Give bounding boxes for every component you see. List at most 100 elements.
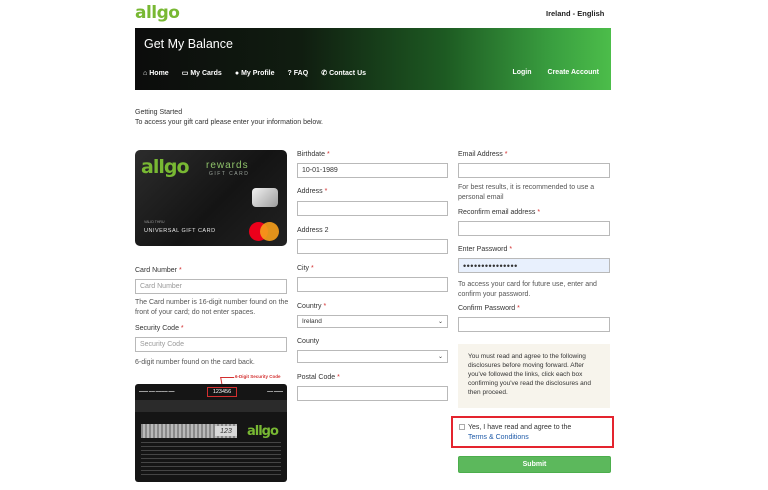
card-back-security-code: 123456: [207, 387, 237, 397]
required-mark: *: [324, 188, 328, 195]
confirm-password-label-text: Confirm Password: [458, 305, 516, 312]
login-link[interactable]: Login: [512, 69, 531, 76]
nav-faq[interactable]: ? FAQ: [288, 69, 309, 77]
submit-button[interactable]: Submit: [458, 456, 611, 473]
disclosure-notice: You must read and agree to the following…: [458, 344, 610, 408]
allgo-logo[interactable]: allgo: [135, 3, 180, 23]
reconfirm-email-label-text: Reconfirm email address: [458, 209, 536, 216]
terms-agree-label: Yes, I have read and agree to the: [468, 424, 572, 431]
country-label-text: Country: [297, 303, 322, 310]
nav-contact-us[interactable]: ✆ Contact Us: [321, 69, 367, 78]
intro-text: To access your gift card please enter yo…: [135, 119, 323, 126]
address-input[interactable]: [297, 201, 448, 216]
required-mark: *: [311, 265, 314, 272]
reconfirm-email-input[interactable]: [458, 221, 610, 236]
nav-home-label: Home: [149, 69, 169, 77]
chevron-down-icon: ⌄: [437, 319, 443, 325]
postal-code-input[interactable]: [297, 386, 448, 401]
city-label: City *: [297, 265, 314, 272]
confirm-password-label: Confirm Password *: [458, 305, 520, 312]
city-input[interactable]: [297, 277, 448, 292]
card-back-cvv: 123: [215, 426, 237, 436]
user-icon: ●: [234, 69, 240, 77]
postal-code-label: Postal Code *: [297, 374, 340, 381]
card-number-label-text: Card Number: [135, 267, 178, 274]
top-bar: allgo Ireland - English: [0, 0, 768, 28]
nav-my-cards[interactable]: ▭ My Cards: [181, 69, 222, 78]
card-back-terms: [141, 442, 281, 476]
required-mark: *: [323, 303, 327, 310]
address-label-text: Address: [297, 188, 323, 195]
birthdate-label-text: Birthdate: [297, 151, 326, 158]
account-nav: Login Create Account: [512, 69, 599, 76]
card-back-logo: allgo: [247, 424, 279, 439]
required-mark: *: [178, 267, 182, 274]
intro-heading: Getting Started: [135, 109, 183, 116]
question-icon: ?: [287, 69, 292, 77]
create-account-link[interactable]: Create Account: [548, 69, 599, 76]
postal-code-label-text: Postal Code: [297, 374, 336, 381]
email-label-text: Email Address: [458, 151, 503, 158]
address2-input[interactable]: [297, 239, 448, 254]
mastercard-icon: [249, 222, 279, 241]
required-mark: *: [326, 151, 330, 158]
nav-contact-us-label: Contact Us: [329, 69, 367, 77]
email-help: For best results, it is recommended to u…: [458, 184, 595, 201]
logo-text: allgo: [135, 3, 180, 23]
county-select[interactable]: ⌄: [297, 350, 448, 363]
card-gift-text: GIFT CARD: [209, 171, 250, 177]
card-number-help: The Card number is 16-digit number found…: [135, 299, 289, 316]
chevron-down-icon: ⌄: [437, 354, 443, 360]
language-selector[interactable]: Ireland - English: [546, 9, 604, 18]
card-rewards-text: rewards: [206, 160, 249, 171]
security-code-label-text: Security Code: [135, 325, 179, 332]
required-mark: *: [517, 305, 520, 312]
card-valid-thru: VALID THRU: [144, 220, 165, 224]
card-back-fine-print: ▬▬▬ ▬▬ ▬▬▬▬ ▬▬: [139, 389, 175, 393]
security-code-help: 6-digit number found on the card back.: [135, 359, 255, 366]
home-icon: ⌂: [143, 69, 148, 77]
security-code-note: 6-Digit Security Code: [235, 374, 281, 379]
city-label-text: City: [297, 265, 310, 272]
country-selected-value: Ireland: [302, 318, 322, 325]
required-mark: *: [509, 246, 513, 253]
card-back-fine-print-right: ▬▬ ▬▬▬: [267, 389, 283, 393]
nav-my-cards-label: My Cards: [190, 69, 222, 77]
card-name: UNIVERSAL GIFT CARD: [144, 228, 216, 234]
password-input[interactable]: •••••••••••••••: [458, 258, 610, 273]
card-number-input[interactable]: Card Number: [135, 279, 287, 294]
birthdate-input[interactable]: 10-01-1989: [297, 163, 448, 178]
password-help: To access your card for future use, ente…: [458, 281, 597, 298]
required-mark: *: [180, 325, 184, 332]
password-label-text: Enter Password: [458, 246, 508, 253]
card-hologram: [252, 188, 278, 207]
card-icon: ▭: [181, 70, 189, 77]
card-logo: allgo: [141, 156, 190, 178]
magnetic-stripe: [135, 400, 287, 412]
terms-agree-text: Yes, I have read and agree to the Terms …: [468, 423, 571, 443]
confirm-password-input[interactable]: [458, 317, 610, 332]
header-banner: Get My Balance ⌂ Home ▭ My Cards ● My Pr…: [135, 28, 611, 90]
required-mark: *: [337, 374, 340, 381]
nav-home[interactable]: ⌂ Home: [143, 69, 169, 77]
phone-icon: ✆: [321, 70, 328, 77]
nav-faq-label: FAQ: [293, 69, 309, 77]
terms-checkbox[interactable]: [459, 424, 465, 430]
nav-my-profile-label: My Profile: [241, 69, 275, 77]
reconfirm-email-label: Reconfirm email address *: [458, 209, 540, 216]
address2-label: Address 2: [297, 227, 329, 234]
required-mark: *: [504, 151, 508, 158]
email-input[interactable]: [458, 163, 610, 178]
email-label: Email Address *: [458, 151, 507, 158]
nav-my-profile[interactable]: ● My Profile: [235, 69, 275, 77]
country-label: Country *: [297, 303, 326, 310]
address-label: Address *: [297, 188, 327, 195]
password-label: Enter Password *: [458, 246, 512, 253]
gift-card-back-image: ▬▬▬ ▬▬ ▬▬▬▬ ▬▬ ▬▬ ▬▬▬ 123456 123 allgo: [135, 384, 287, 482]
county-label: County: [297, 338, 320, 345]
main-nav: ⌂ Home ▭ My Cards ● My Profile ? FAQ ✆ C…: [143, 69, 367, 78]
security-code-input[interactable]: Security Code: [135, 337, 287, 352]
country-select[interactable]: Ireland ⌄: [297, 315, 448, 328]
terms-conditions-link[interactable]: Terms & Conditions: [468, 433, 571, 443]
required-mark: *: [537, 209, 541, 216]
